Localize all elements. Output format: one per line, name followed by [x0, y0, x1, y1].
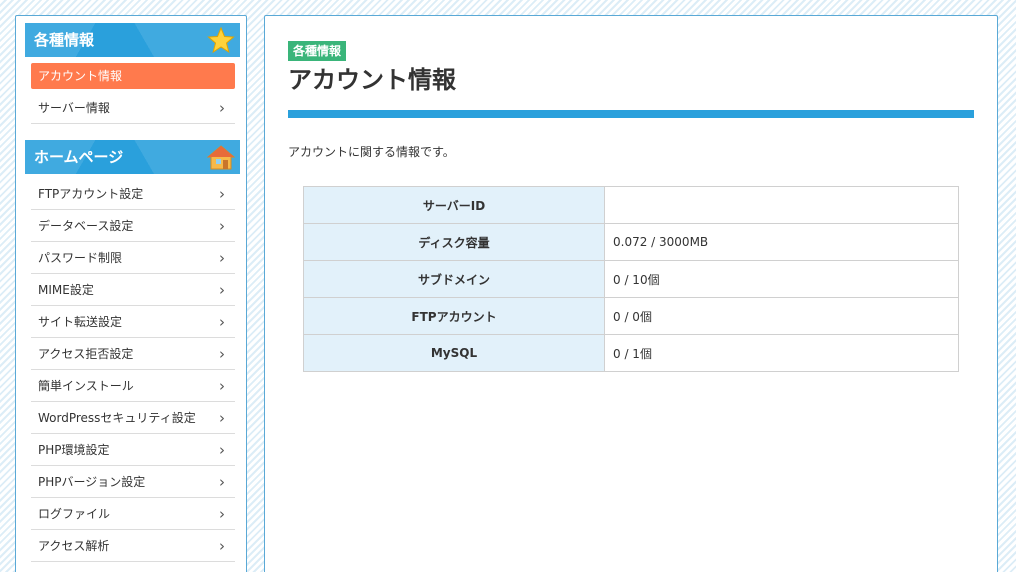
table-key: サブドメイン	[303, 260, 605, 298]
home-icon	[207, 145, 235, 170]
sidebar-item-label: サーバー情報	[38, 101, 110, 115]
main-content: 各種情報 アカウント情報 アカウントに関する情報です。 サーバーID ディスク容…	[264, 15, 998, 572]
table-value: 0.072 / 3000MB	[604, 223, 959, 261]
sidebar-item-label: サイト転送設定	[38, 315, 123, 329]
sidebar-item-mime[interactable]: MIME設定 ›	[31, 274, 235, 306]
chevron-right-icon: ›	[219, 185, 225, 203]
chevron-right-icon: ›	[219, 377, 225, 395]
table-row: ディスク容量 0.072 / 3000MB	[303, 223, 959, 261]
sidebar-item-easy-install[interactable]: 簡単インストール ›	[31, 370, 235, 402]
sidebar-item-php-version[interactable]: PHPバージョン設定 ›	[31, 466, 235, 498]
chevron-right-icon: ›	[219, 313, 225, 331]
sidebar-item-label: アクセス拒否設定	[38, 347, 134, 361]
sidebar-item-server-info[interactable]: サーバー情報 ›	[31, 92, 235, 124]
chevron-right-icon: ›	[219, 473, 225, 491]
chevron-right-icon: ›	[219, 409, 225, 427]
title-underline	[288, 110, 974, 118]
sidebar-item-label: ログファイル	[38, 507, 111, 521]
table-value	[604, 186, 959, 224]
chevron-right-icon: ›	[219, 99, 225, 117]
table-row: MySQL 0 / 1個	[303, 334, 959, 372]
sidebar-item-access-analysis[interactable]: アクセス解析 ›	[31, 530, 235, 562]
sidebar-item-wordpress-security[interactable]: WordPressセキュリティ設定 ›	[31, 402, 235, 434]
sidebar-item-password-restriction[interactable]: パスワード制限 ›	[31, 242, 235, 274]
sidebar: 各種情報 アカウント情報 サーバー情報 › ホームページ FTPアカウント設定 …	[15, 15, 247, 572]
sidebar-item-label: FTPアカウント設定	[38, 187, 144, 201]
sidebar-section-homepage-title: ホームページ	[34, 148, 124, 166]
table-key: ディスク容量	[303, 223, 605, 261]
sidebar-item-label: アクセス解析	[38, 539, 110, 553]
chevron-right-icon: ›	[219, 537, 225, 555]
table-row: FTPアカウント 0 / 0個	[303, 297, 959, 335]
chevron-right-icon: ›	[219, 217, 225, 235]
sidebar-item-log-file[interactable]: ログファイル ›	[31, 498, 235, 530]
sidebar-item-label: パスワード制限	[38, 251, 123, 265]
table-value: 0 / 10個	[604, 260, 959, 298]
sidebar-item-label: PHP環境設定	[38, 443, 110, 457]
sidebar-item-database[interactable]: データベース設定 ›	[31, 210, 235, 242]
star-icon	[207, 26, 235, 54]
table-key: MySQL	[303, 334, 605, 372]
sidebar-item-label: データベース設定	[38, 219, 134, 233]
table-value: 0 / 0個	[604, 297, 959, 335]
sidebar-item-label: MIME設定	[38, 283, 94, 297]
sidebar-section-info-header: 各種情報	[25, 23, 240, 57]
chevron-right-icon: ›	[219, 505, 225, 523]
sidebar-item-php-env[interactable]: PHP環境設定 ›	[31, 434, 235, 466]
page-description: アカウントに関する情報です。	[288, 145, 455, 159]
sidebar-item-label: WordPressセキュリティ設定	[38, 411, 196, 425]
chevron-right-icon: ›	[219, 281, 225, 299]
account-info-table: サーバーID ディスク容量 0.072 / 3000MB サブドメイン 0 / …	[303, 186, 959, 372]
section-badge: 各種情報	[288, 41, 347, 61]
table-row: サーバーID	[303, 186, 959, 224]
chevron-right-icon: ›	[219, 441, 225, 459]
chevron-right-icon: ›	[219, 249, 225, 267]
sidebar-section-info-title: 各種情報	[34, 31, 95, 49]
table-key: サーバーID	[303, 186, 605, 224]
sidebar-item-label: PHPバージョン設定	[38, 475, 146, 489]
page-title: アカウント情報	[288, 66, 456, 94]
table-row: サブドメイン 0 / 10個	[303, 260, 959, 298]
sidebar-item-account-info[interactable]: アカウント情報	[31, 63, 235, 89]
table-value: 0 / 1個	[604, 334, 959, 372]
sidebar-item-label: 簡単インストール	[38, 379, 134, 393]
sidebar-section-homepage-header: ホームページ	[25, 140, 240, 174]
sidebar-item-site-redirect[interactable]: サイト転送設定 ›	[31, 306, 235, 338]
table-key: FTPアカウント	[303, 297, 605, 335]
sidebar-item-access-deny[interactable]: アクセス拒否設定 ›	[31, 338, 235, 370]
chevron-right-icon: ›	[219, 345, 225, 363]
sidebar-item-ftp-account[interactable]: FTPアカウント設定 ›	[31, 178, 235, 210]
